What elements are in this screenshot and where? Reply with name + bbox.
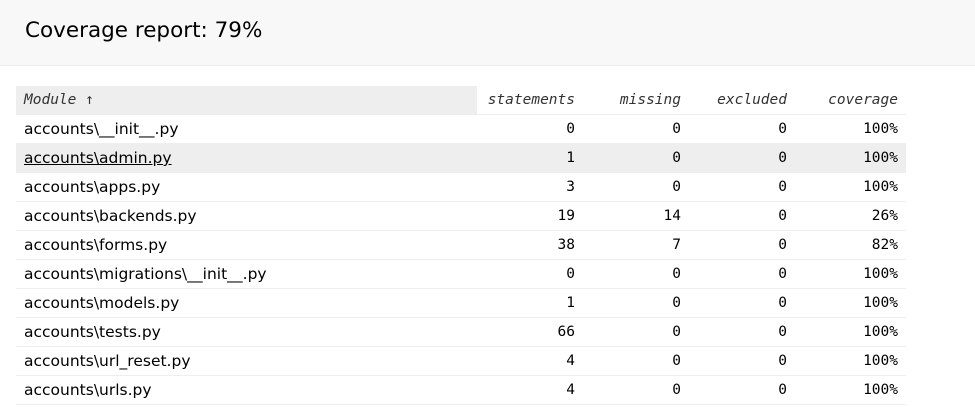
coverage-cell: 100% — [795, 259, 906, 289]
module-name-cell: accounts\backends.py — [16, 201, 477, 231]
module-link[interactable]: accounts\admin.py — [24, 149, 172, 167]
module-link[interactable]: accounts\tests.py — [24, 323, 161, 341]
table-row[interactable]: accounts\models.py 1 0 0 100% — [16, 288, 906, 318]
column-header-missing[interactable]: missing — [583, 86, 689, 115]
coverage-cell: 100% — [795, 317, 906, 347]
excluded-cell: 0 — [689, 346, 795, 376]
statements-cell: 38 — [477, 230, 583, 260]
coverage-cell: 100% — [795, 143, 906, 173]
module-name-cell: accounts\urls.py — [16, 375, 477, 405]
page-title: Coverage report: 79% — [25, 18, 263, 43]
column-header-excluded[interactable]: excluded — [689, 86, 795, 115]
coverage-cell: 26% — [795, 201, 906, 231]
missing-cell: 0 — [583, 346, 689, 376]
excluded-cell: 0 — [689, 230, 795, 260]
table-row[interactable]: accounts\apps.py 3 0 0 100% — [16, 172, 906, 202]
missing-cell: 0 — [583, 172, 689, 202]
module-link[interactable]: accounts\models.py — [24, 294, 179, 312]
statements-cell: 4 — [477, 375, 583, 405]
coverage-cell: 100% — [795, 288, 906, 318]
coverage-cell: 100% — [795, 375, 906, 405]
module-link[interactable]: accounts\backends.py — [24, 207, 197, 225]
missing-cell: 0 — [583, 259, 689, 289]
module-name-cell: accounts\tests.py — [16, 317, 477, 347]
table-header-row: Module ↑ statements missing excluded cov… — [16, 86, 906, 115]
table-row[interactable]: accounts\url_reset.py 4 0 0 100% — [16, 346, 906, 376]
missing-cell: 0 — [583, 375, 689, 405]
statements-cell: 1 — [477, 288, 583, 318]
table-row[interactable]: accounts\backends.py 19 14 0 26% — [16, 201, 906, 231]
module-link[interactable]: accounts\migrations\__init__.py — [24, 265, 267, 283]
module-name-cell: accounts\apps.py — [16, 172, 477, 202]
statements-cell: 66 — [477, 317, 583, 347]
table-row[interactable]: accounts\tests.py 66 0 0 100% — [16, 317, 906, 347]
table-row[interactable]: accounts\__init__.py 0 0 0 100% — [16, 114, 906, 144]
module-link[interactable]: accounts\forms.py — [24, 236, 167, 254]
table-row[interactable]: accounts\migrations\__init__.py 0 0 0 100% — [16, 259, 906, 289]
excluded-cell: 0 — [689, 201, 795, 231]
coverage-cell: 100% — [795, 114, 906, 144]
coverage-table: Module ↑ statements missing excluded cov… — [16, 86, 906, 405]
statements-cell: 0 — [477, 114, 583, 144]
table-row[interactable]: accounts\forms.py 38 7 0 82% — [16, 230, 906, 260]
module-name-cell: accounts\admin.py — [16, 143, 477, 173]
table-row[interactable]: accounts\admin.py 1 0 0 100% — [16, 143, 906, 173]
column-header-coverage[interactable]: coverage — [795, 86, 906, 115]
excluded-cell: 0 — [689, 288, 795, 318]
missing-cell: 0 — [583, 114, 689, 144]
missing-cell: 7 — [583, 230, 689, 260]
excluded-cell: 0 — [689, 143, 795, 173]
missing-cell: 0 — [583, 288, 689, 318]
report-header: Coverage report: 79% — [0, 0, 975, 66]
excluded-cell: 0 — [689, 114, 795, 144]
module-name-cell: accounts\forms.py — [16, 230, 477, 260]
excluded-cell: 0 — [689, 317, 795, 347]
module-link[interactable]: accounts\__init__.py — [24, 120, 179, 138]
column-header-module[interactable]: Module ↑ — [16, 86, 477, 115]
statements-cell: 4 — [477, 346, 583, 376]
missing-cell: 0 — [583, 143, 689, 173]
module-link[interactable]: accounts\urls.py — [24, 381, 152, 399]
statements-cell: 19 — [477, 201, 583, 231]
column-header-statements[interactable]: statements — [477, 86, 583, 115]
coverage-cell: 100% — [795, 346, 906, 376]
missing-cell: 14 — [583, 201, 689, 231]
module-name-cell: accounts\__init__.py — [16, 114, 477, 144]
excluded-cell: 0 — [689, 172, 795, 202]
missing-cell: 0 — [583, 317, 689, 347]
module-name-cell: accounts\url_reset.py — [16, 346, 477, 376]
table-row[interactable]: accounts\urls.py 4 0 0 100% — [16, 375, 906, 405]
statements-cell: 0 — [477, 259, 583, 289]
module-link[interactable]: accounts\url_reset.py — [24, 352, 191, 370]
coverage-cell: 82% — [795, 230, 906, 260]
excluded-cell: 0 — [689, 375, 795, 405]
module-link[interactable]: accounts\apps.py — [24, 178, 160, 196]
coverage-cell: 100% — [795, 172, 906, 202]
excluded-cell: 0 — [689, 259, 795, 289]
module-name-cell: accounts\models.py — [16, 288, 477, 318]
statements-cell: 3 — [477, 172, 583, 202]
module-name-cell: accounts\migrations\__init__.py — [16, 259, 477, 289]
statements-cell: 1 — [477, 143, 583, 173]
